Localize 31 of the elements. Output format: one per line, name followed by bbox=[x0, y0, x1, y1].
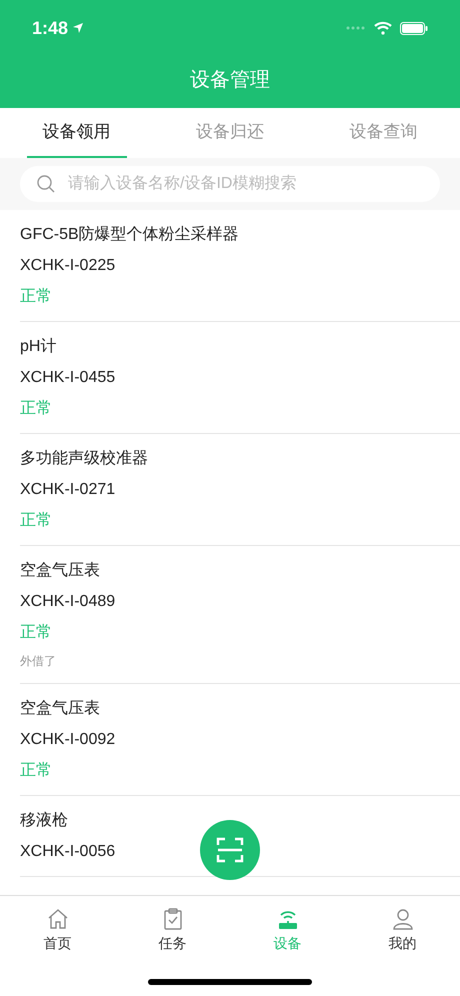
signal-icon bbox=[346, 25, 366, 31]
device-id: XCHK-I-0092 bbox=[20, 730, 116, 750]
scan-icon bbox=[215, 835, 245, 865]
device-id: XCHK-I-0271 bbox=[20, 480, 116, 500]
tab-bar-item[interactable]: 首页 bbox=[0, 896, 115, 956]
tab-bar-item[interactable]: 任务 bbox=[115, 896, 230, 956]
device-status: 正常 bbox=[20, 398, 52, 419]
device-status: 正常 bbox=[20, 622, 52, 643]
battery-icon bbox=[400, 22, 428, 34]
wifi-icon bbox=[374, 21, 392, 35]
device-status: 正常 bbox=[20, 760, 52, 781]
device-name: 空盒气压表 bbox=[20, 698, 100, 719]
device-status: 正常 bbox=[20, 510, 52, 531]
device-name: 多功能声级校准器 bbox=[20, 448, 148, 469]
device-id: XCHK-I-0455 bbox=[20, 368, 116, 388]
device-status: 正常 bbox=[20, 286, 52, 307]
device-note: 外借了 bbox=[20, 653, 56, 669]
device-id: XCHK-I-0056 bbox=[20, 842, 116, 862]
search-icon bbox=[36, 174, 56, 194]
device-name: pH计 bbox=[20, 336, 56, 357]
status-time: 1:48 bbox=[32, 16, 68, 40]
device-id: XCHK-I-0225 bbox=[20, 256, 116, 276]
device-id: XCHK-I-0489 bbox=[20, 592, 116, 612]
page-title: 设备管理 bbox=[190, 68, 270, 93]
person-icon bbox=[390, 906, 414, 930]
device-name: 空盒气压表 bbox=[20, 560, 100, 581]
location-arrow-icon bbox=[72, 22, 84, 34]
search-field[interactable]: 请输入设备名称/设备ID模糊搜索 bbox=[20, 166, 440, 202]
tab-bar-item[interactable]: 我的 bbox=[345, 896, 460, 956]
device-name: 移液枪 bbox=[20, 810, 68, 831]
device-name: GFC-5B防爆型个体粉尘采样器 bbox=[20, 224, 239, 245]
